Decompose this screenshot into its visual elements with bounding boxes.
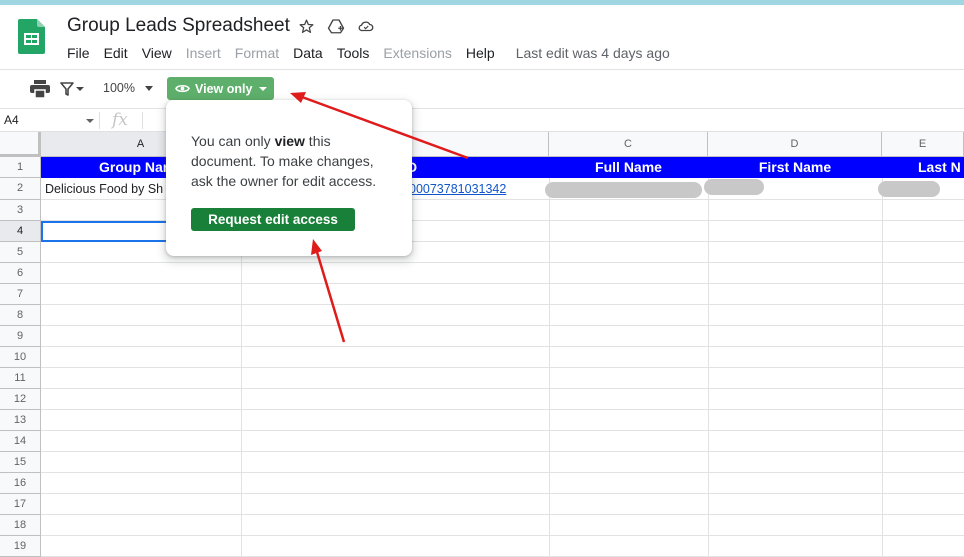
filter-icon — [60, 82, 74, 96]
menu-edit[interactable]: Edit — [97, 44, 135, 62]
menu-bar: File Edit View Insert Format Data Tools … — [60, 44, 677, 62]
request-edit-access-button[interactable]: Request edit access — [191, 208, 355, 231]
header-cell-first-name[interactable]: First Name — [708, 157, 882, 178]
row-header-7[interactable]: 7 — [0, 284, 41, 305]
gridline — [41, 535, 964, 536]
sheets-logo-icon[interactable] — [18, 19, 45, 54]
view-only-button[interactable]: View only — [167, 77, 274, 100]
row-header-12[interactable]: 12 — [0, 389, 41, 410]
gridline — [708, 157, 709, 557]
gridline — [41, 262, 964, 263]
view-only-popover: You can only view this document. To make… — [166, 100, 412, 256]
redacted-last-name — [878, 181, 940, 197]
row-header-3[interactable]: 3 — [0, 200, 41, 221]
gridline — [41, 409, 964, 410]
gridline — [41, 283, 964, 284]
row-header-1[interactable]: 1 — [0, 157, 41, 178]
menu-view[interactable]: View — [135, 44, 179, 62]
row-header-18[interactable]: 18 — [0, 515, 41, 536]
name-box[interactable]: A4 — [4, 113, 19, 127]
star-icon[interactable] — [296, 16, 316, 36]
column-header-c[interactable]: C — [549, 132, 708, 157]
print-icon[interactable] — [30, 80, 50, 98]
name-box-separator — [99, 112, 100, 129]
row-header-4[interactable]: 4 — [0, 221, 41, 242]
menu-insert[interactable]: Insert — [179, 44, 228, 62]
gridline — [41, 451, 964, 452]
toolbar: 100% View only — [0, 70, 964, 108]
gridline — [549, 157, 550, 557]
fx-icon: fx — [112, 110, 128, 130]
header-cell-last-name[interactable]: Last N — [882, 157, 964, 178]
row-header-2[interactable]: 2 — [0, 178, 41, 200]
menu-file[interactable]: File — [60, 44, 97, 62]
popover-message: You can only view this document. To make… — [191, 131, 391, 191]
gridline — [41, 367, 964, 368]
redacted-first-name — [704, 179, 764, 195]
cloud-status-icon[interactable] — [356, 16, 376, 36]
move-to-drive-icon[interactable] — [326, 16, 346, 36]
gridline — [41, 304, 964, 305]
gridline — [41, 493, 964, 494]
gridline — [41, 472, 964, 473]
zoom-chevron-down-icon[interactable] — [145, 86, 153, 91]
redacted-full-name — [545, 182, 702, 198]
fx-separator — [142, 112, 143, 129]
gridline — [41, 430, 964, 431]
name-box-chevron-icon[interactable] — [86, 119, 94, 123]
cell-b2-link[interactable]: 00073781031342 — [409, 179, 549, 199]
row-header-19[interactable]: 19 — [0, 536, 41, 557]
view-only-label: View only — [195, 81, 253, 96]
menu-extensions[interactable]: Extensions — [376, 44, 458, 62]
gridline — [882, 157, 883, 557]
title-icon-group — [296, 16, 376, 36]
row-header-13[interactable]: 13 — [0, 410, 41, 431]
window-top-border — [0, 0, 964, 5]
document-title[interactable]: Group Leads Spreadsheet — [67, 15, 290, 37]
row-header-9[interactable]: 9 — [0, 326, 41, 347]
filter-button[interactable] — [60, 80, 88, 98]
chevron-down-icon — [76, 87, 84, 91]
row-header-16[interactable]: 16 — [0, 473, 41, 494]
zoom-select[interactable]: 100% — [103, 81, 135, 95]
select-all-corner[interactable] — [0, 132, 41, 157]
popover-text-prefix: You can only — [191, 133, 275, 149]
gridline — [41, 325, 964, 326]
gridline — [41, 514, 964, 515]
row-header-6[interactable]: 6 — [0, 263, 41, 284]
last-edit-status[interactable]: Last edit was 4 days ago — [502, 44, 677, 62]
formula-bar: A4 fx — [0, 109, 964, 132]
row-header-10[interactable]: 10 — [0, 347, 41, 368]
row-header-17[interactable]: 17 — [0, 494, 41, 515]
header-cell-full-name[interactable]: Full Name — [549, 157, 708, 178]
menu-data[interactable]: Data — [286, 44, 330, 62]
menu-help[interactable]: Help — [459, 44, 502, 62]
column-header-e[interactable]: E — [882, 132, 964, 157]
column-header-d[interactable]: D — [708, 132, 882, 157]
menu-tools[interactable]: Tools — [330, 44, 377, 62]
eye-icon — [175, 84, 190, 93]
popover-text-bold: view — [274, 133, 305, 149]
row-header-11[interactable]: 11 — [0, 368, 41, 389]
menu-format[interactable]: Format — [228, 44, 286, 62]
chevron-down-icon — [259, 86, 268, 91]
row-header-8[interactable]: 8 — [0, 305, 41, 326]
gridline — [41, 346, 964, 347]
row-header-15[interactable]: 15 — [0, 452, 41, 473]
row-header-5[interactable]: 5 — [0, 242, 41, 263]
spreadsheet-grid[interactable]: A C D E 1 2 3 4 5 6 7 8 9 10 11 12 13 14 15 16 17 18 19 Gr… — [0, 132, 964, 557]
gridline — [41, 388, 964, 389]
row-header-14[interactable]: 14 — [0, 431, 41, 452]
